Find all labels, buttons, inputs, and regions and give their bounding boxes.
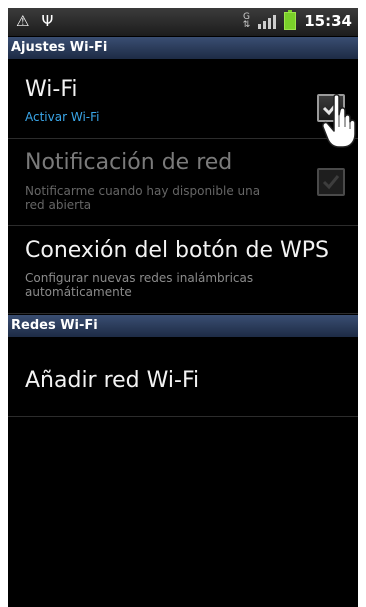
network-notification-row[interactable]: Notificación de red Notificarme cuando h… [8, 139, 358, 226]
checkmark-icon [322, 175, 340, 190]
wps-subtitle-1: Configurar nuevas redes inalámbricas [25, 271, 254, 285]
wps-subtitle-2: automáticamente [25, 285, 132, 299]
wps-title: Conexión del botón de WPS [25, 238, 329, 263]
clock: 15:34 [304, 12, 352, 30]
network-notification-checkbox[interactable] [317, 168, 345, 196]
warning-icon: ⚠ [16, 12, 30, 30]
section-header-wifi-networks: Redes Wi-Fi [8, 315, 358, 337]
status-bar: ⚠ Ψ G ⇅ 15:34 [8, 8, 358, 36]
add-wifi-network-title: Añadir red Wi-Fi [25, 368, 200, 393]
network-type-badge: G ⇅ [242, 12, 251, 30]
usb-icon: Ψ [41, 12, 54, 30]
signal-icon [258, 13, 277, 29]
wifi-subtitle: Activar Wi-Fi [25, 110, 100, 124]
wifi-toggle-row[interactable]: Wi-Fi Activar Wi-Fi [8, 59, 358, 139]
network-notification-title: Notificación de red [25, 150, 233, 175]
battery-icon [284, 10, 297, 30]
section-header-wifi-settings: Ajustes Wi-Fi [8, 37, 358, 59]
network-type-label: G [242, 12, 250, 22]
add-wifi-network-row[interactable]: Añadir red Wi-Fi [8, 337, 358, 417]
wps-connection-row[interactable]: Conexión del botón de WPS Configurar nue… [8, 226, 358, 314]
wifi-title: Wi-Fi [25, 77, 78, 102]
pointing-hand-icon [322, 94, 356, 148]
network-notification-subtitle-2: red abierta [25, 198, 92, 212]
phone-screen: ⚠ Ψ G ⇅ 15:34 Ajustes Wi-Fi Wi-Fi Activar… [8, 8, 358, 607]
network-notification-subtitle-1: Notificarme cuando hay disponible una [25, 184, 261, 198]
